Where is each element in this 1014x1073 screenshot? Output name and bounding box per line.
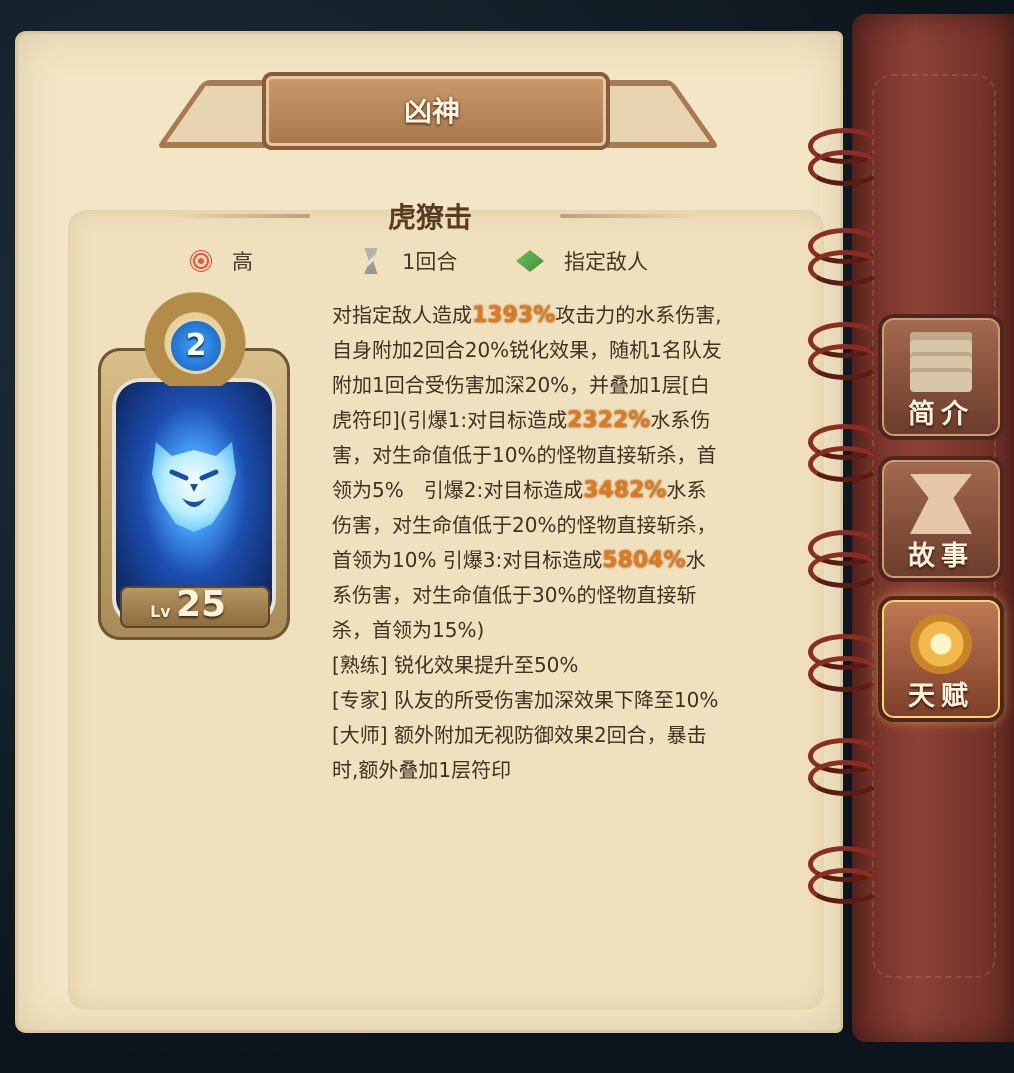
tile-icon xyxy=(516,250,544,272)
tab-label: 简介 xyxy=(908,399,974,430)
page-title: 凶神 xyxy=(403,95,460,128)
stat-label: 高 xyxy=(232,250,253,274)
tiger-head-icon xyxy=(152,442,236,532)
desc-text: 对指定敌人造成 xyxy=(332,303,472,327)
skill-description: 对指定敌人造成1393%攻击力的水系伤害,自身附加2回合20%锐化效果，随机1名… xyxy=(332,298,724,788)
stat-cooldown: 1回合 xyxy=(360,245,457,277)
binding-ring xyxy=(808,344,882,380)
tab-intro[interactable]: 简介 xyxy=(878,314,1004,440)
skill-name: 虎獠击 xyxy=(387,201,472,234)
level-prefix: Lv xyxy=(150,602,171,621)
binding-ring xyxy=(808,150,882,186)
binding-ring xyxy=(808,760,882,796)
binding-ring xyxy=(808,552,882,588)
stat-target: 指定敌人 xyxy=(516,245,648,277)
level-value: 25 xyxy=(176,584,227,625)
binding-ring xyxy=(808,250,882,286)
damage-value: 2322% xyxy=(567,408,651,433)
document-icon xyxy=(910,332,972,392)
tab-talent[interactable]: 天赋 xyxy=(878,596,1004,722)
skill-name-right-ornament xyxy=(560,214,700,218)
skill-name-left-ornament xyxy=(170,214,310,218)
mastery-expert: [专家] 队友的所受伤害加深效果下降至10% xyxy=(332,688,719,712)
mastery-proficient: [熟练] 锐化效果提升至50% xyxy=(332,653,579,677)
title-banner: 凶神 xyxy=(156,64,720,152)
turn-icon xyxy=(364,248,378,274)
binding-ring xyxy=(808,868,882,904)
talent-icon xyxy=(910,614,972,674)
damage-value: 3482% xyxy=(583,478,667,503)
tab-story[interactable]: 故事 xyxy=(878,456,1004,582)
stat-label: 指定敌人 xyxy=(564,250,648,274)
damage-value: 5804% xyxy=(602,548,686,573)
binding-ring xyxy=(808,446,882,482)
tab-label: 天赋 xyxy=(908,681,974,712)
rank-badge: 2 xyxy=(168,318,224,374)
stat-label: 1回合 xyxy=(402,250,458,274)
binding-ring xyxy=(808,656,882,692)
mastery-master: [大师] 额外附加无视防御效果2回合，暴击时,额外叠加1层符印 xyxy=(332,723,707,782)
target-icon xyxy=(190,250,212,272)
damage-value: 1393% xyxy=(472,303,556,328)
skill-card: 2 Lv 25 xyxy=(90,290,300,642)
story-icon xyxy=(910,474,972,534)
stat-hit-rate: 高 xyxy=(190,245,253,277)
tab-label: 故事 xyxy=(908,541,974,572)
